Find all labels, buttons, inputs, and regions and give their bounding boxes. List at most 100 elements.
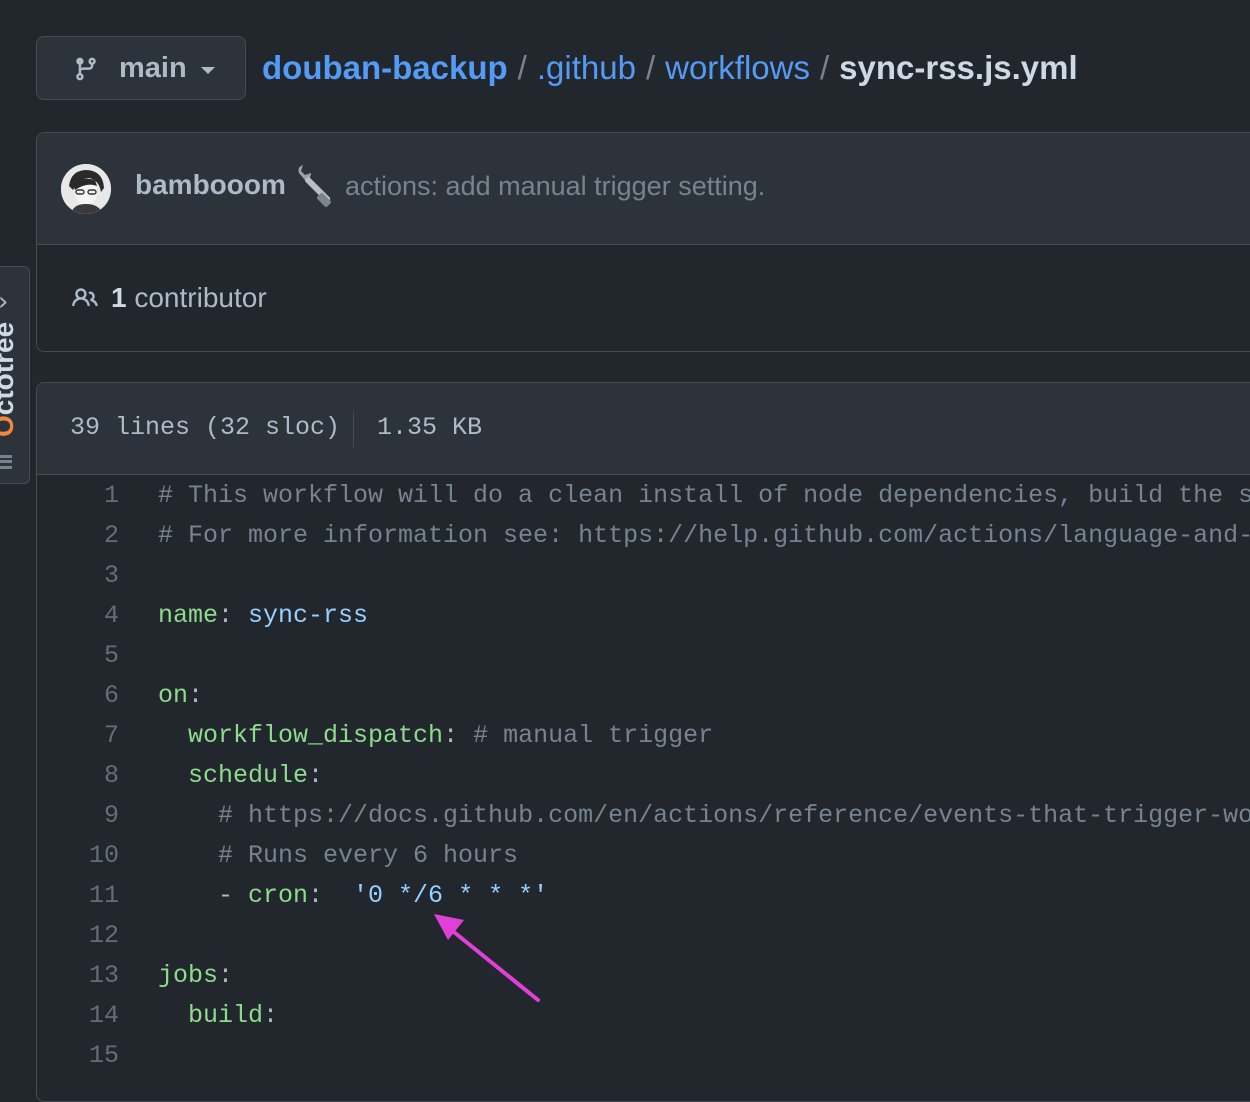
line-number[interactable]: 4	[37, 596, 119, 636]
code-line: 10 # Runs every 6 hours	[37, 836, 1250, 876]
contributor-label: contributor	[134, 282, 267, 313]
line-number[interactable]: 8	[37, 756, 119, 796]
line-content: # For more information see: https://help…	[158, 516, 1250, 556]
line-content: name: sync-rss	[158, 596, 368, 636]
commit-author-link[interactable]: bambooom	[135, 169, 286, 201]
code-token-val: '0 */6 * * *'	[353, 881, 549, 910]
contributors-row[interactable]: 1 contributor	[37, 245, 1250, 351]
code-line: 14 build:	[37, 996, 1250, 1036]
line-content: jobs:	[158, 956, 233, 996]
line-number[interactable]: 3	[37, 556, 119, 596]
code-token-key: build	[188, 1001, 264, 1030]
line-number[interactable]: 13	[37, 956, 119, 996]
file-info-bar: 39 lines (32 sloc) 1.35 KB	[37, 383, 1250, 475]
line-number[interactable]: 7	[37, 716, 119, 756]
code-token-comment: # For more information see: https://help…	[158, 521, 1250, 550]
code-line: 6 on:	[37, 676, 1250, 716]
line-content: workflow_dispatch: # manual trigger	[158, 716, 713, 756]
code-line: 12	[37, 916, 1250, 956]
code-line: 7 workflow_dispatch: # manual trigger	[37, 716, 1250, 756]
breadcrumb-github-link[interactable]: .github	[537, 49, 636, 86]
line-number[interactable]: 12	[37, 916, 119, 956]
latest-commit-row: bambooom actions: add manual trigger set…	[37, 133, 1250, 245]
line-content: - cron: '0 */6 * * *'	[158, 876, 548, 916]
code-line: 2 # For more information see: https://hel…	[37, 516, 1250, 556]
contributors-link[interactable]: 1 contributor	[111, 282, 267, 314]
caret-down-icon	[200, 66, 215, 74]
code-token-punct: -	[158, 881, 249, 910]
code-token-comment: # manual trigger	[473, 721, 714, 750]
code-token-punct: :	[308, 761, 324, 790]
code-line: 1 # This workflow will do a clean install…	[37, 476, 1250, 516]
code-line: 8 schedule:	[37, 756, 1250, 796]
latest-commit-box: bambooom actions: add manual trigger set…	[36, 132, 1250, 352]
line-number[interactable]: 1	[37, 476, 119, 516]
code-token-punct	[158, 1001, 188, 1030]
code-token-key: jobs	[158, 961, 219, 990]
code-blob: 1 # This workflow will do a clean install…	[37, 475, 1250, 1076]
breadcrumb-repo-link[interactable]: douban-backup	[262, 49, 508, 86]
code-line: 3	[37, 556, 1250, 596]
code-token-key: on	[158, 681, 189, 710]
line-content: # Runs every 6 hours	[158, 836, 518, 876]
breadcrumb-separator: /	[645, 49, 656, 86]
wrench-icon	[298, 165, 331, 207]
line-number[interactable]: 14	[37, 996, 119, 1036]
file-viewer: 39 lines (32 sloc) 1.35 KB 1 # This workf…	[36, 382, 1250, 1102]
code-token-key: cron	[248, 881, 309, 910]
code-token-val: sync-rss	[248, 601, 369, 630]
code-line: 5	[37, 636, 1250, 676]
line-number[interactable]: 11	[37, 876, 119, 916]
people-icon	[72, 288, 98, 307]
code-token-punct: :	[218, 601, 249, 630]
code-token-punct: :	[188, 681, 204, 710]
drag-handle-icon[interactable]	[0, 455, 12, 469]
line-number[interactable]: 5	[37, 636, 119, 676]
octotree-label: Octotree	[0, 321, 19, 437]
line-number[interactable]: 9	[37, 796, 119, 836]
line-content: # https://docs.github.com/en/actions/ref…	[158, 796, 1250, 836]
code-token-punct: :	[308, 881, 354, 910]
contributor-count: 1	[111, 282, 127, 313]
code-line: 11 - cron: '0 */6 * * *'	[37, 876, 1250, 916]
code-token-key: schedule	[188, 761, 309, 790]
code-line: 4 name: sync-rss	[37, 596, 1250, 636]
line-content: schedule:	[158, 756, 323, 796]
breadcrumb-separator: /	[819, 49, 830, 86]
branch-select-button[interactable]: main	[36, 36, 246, 100]
code-line: 13 jobs:	[37, 956, 1250, 996]
file-line-count: 39 lines (32 sloc)	[70, 413, 341, 442]
code-token-punct	[158, 801, 218, 830]
breadcrumb-workflows-link[interactable]: workflows	[665, 49, 810, 86]
line-number[interactable]: 10	[37, 836, 119, 876]
code-token-key: workflow_dispatch	[188, 721, 444, 750]
code-line: 9 # https://docs.github.com/en/actions/r…	[37, 796, 1250, 836]
code-token-key: name	[158, 601, 219, 630]
code-token-comment: # https://docs.github.com/en/actions/ref…	[218, 801, 1250, 830]
chevron-right-icon: ›	[0, 287, 8, 317]
octotree-toggle[interactable]: › Octotree	[0, 266, 30, 484]
breadcrumb-current-file: sync-rss.js.yml	[839, 49, 1078, 86]
line-number[interactable]: 15	[37, 1036, 119, 1076]
code-token-punct	[158, 721, 188, 750]
commit-message-link[interactable]: actions: add manual trigger setting.	[345, 171, 765, 202]
file-size: 1.35 KB	[377, 413, 483, 442]
code-token-punct: :	[263, 1001, 279, 1030]
code-token-punct: :	[218, 961, 234, 990]
code-token-punct	[158, 841, 218, 870]
code-token-punct: :	[443, 721, 474, 750]
code-line: 15	[37, 1036, 1250, 1076]
git-branch-icon	[76, 57, 96, 81]
line-number[interactable]: 6	[37, 676, 119, 716]
code-token-punct	[158, 761, 188, 790]
breadcrumb-separator: /	[517, 49, 527, 86]
line-content: build:	[158, 996, 278, 1036]
line-content: # This workflow will do a clean install …	[158, 476, 1250, 516]
branch-name: main	[119, 51, 187, 84]
avatar[interactable]	[61, 164, 111, 214]
breadcrumb: douban-backup / .github / workflows / sync-rss…	[262, 46, 1078, 90]
line-number[interactable]: 2	[37, 516, 119, 556]
line-content: on:	[158, 676, 203, 716]
code-token-comment: # Runs every 6 hours	[218, 841, 519, 870]
file-info-divider	[353, 411, 354, 447]
